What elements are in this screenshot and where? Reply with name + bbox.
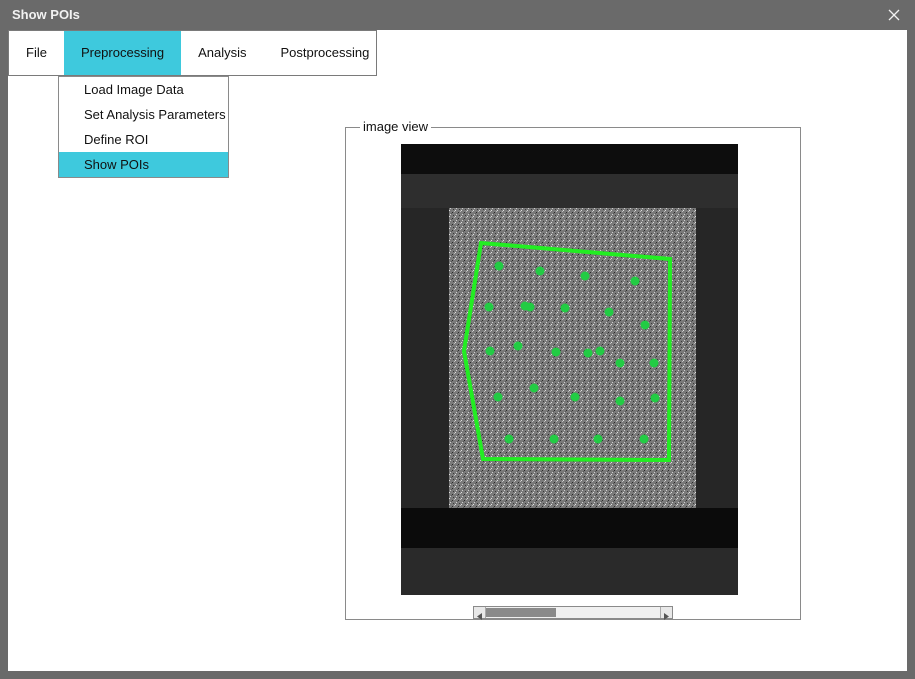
menu-item-define-roi[interactable]: Define ROI <box>59 127 228 152</box>
top-clamp <box>401 174 738 208</box>
poi-marker <box>529 383 539 393</box>
poi-marker <box>640 320 650 330</box>
poi-marker <box>639 434 649 444</box>
menu-item-set-analysis-parameters[interactable]: Set Analysis Parameters <box>59 102 228 127</box>
arrow-right-icon <box>664 613 669 620</box>
poi-marker <box>525 302 535 312</box>
poi-marker <box>549 434 559 444</box>
client-area: File Preprocessing Analysis Postprocessi… <box>8 30 907 671</box>
poi-marker <box>630 276 640 286</box>
poi-marker <box>604 307 614 317</box>
menu-file[interactable]: File <box>9 31 64 75</box>
menu-preprocessing[interactable]: Preprocessing <box>63 31 182 75</box>
poi-marker <box>494 261 504 271</box>
poi-marker <box>650 393 660 403</box>
poi-marker <box>615 358 625 368</box>
image-view-legend: image view <box>360 119 432 134</box>
menu-analysis[interactable]: Analysis <box>181 31 263 75</box>
poi-marker <box>551 347 561 357</box>
specimen-image <box>401 144 738 595</box>
left-rig <box>401 208 449 518</box>
right-rig <box>696 208 738 518</box>
poi-marker <box>570 392 580 402</box>
image-view-canvas[interactable] <box>401 144 738 595</box>
menu-item-load-image-data[interactable]: Load Image Data <box>59 77 228 102</box>
poi-marker <box>593 434 603 444</box>
scroll-right-button[interactable] <box>660 607 672 620</box>
horizontal-scrollbar[interactable] <box>473 606 673 620</box>
window-title: Show POIs <box>12 7 80 22</box>
menu-bar: File Preprocessing Analysis Postprocessi… <box>8 30 377 76</box>
poi-marker <box>485 346 495 356</box>
app-window: Show POIs File Preprocessing Analysis Po… <box>0 0 915 679</box>
scroll-thumb[interactable] <box>486 608 556 617</box>
close-icon <box>888 9 900 21</box>
speckle-specimen <box>449 208 696 508</box>
poi-marker <box>504 434 514 444</box>
poi-marker <box>484 302 494 312</box>
close-button[interactable] <box>883 4 905 26</box>
poi-marker <box>535 266 545 276</box>
preprocessing-dropdown: Load Image Data Set Analysis Parameters … <box>58 76 229 178</box>
title-bar[interactable]: Show POIs <box>0 0 915 30</box>
poi-marker <box>649 358 659 368</box>
bottom-clamp <box>401 548 738 595</box>
arrow-left-icon <box>477 613 482 620</box>
poi-marker <box>560 303 570 313</box>
menu-postprocessing[interactable]: Postprocessing <box>263 31 386 75</box>
poi-marker <box>580 271 590 281</box>
poi-marker <box>513 341 523 351</box>
scroll-left-button[interactable] <box>474 607 486 620</box>
poi-marker <box>583 348 593 358</box>
poi-marker <box>493 392 503 402</box>
menu-item-show-pois[interactable]: Show POIs <box>59 152 228 177</box>
poi-marker <box>615 396 625 406</box>
bottom-clamp-dark <box>401 508 738 548</box>
top-clamp-dark <box>401 144 738 174</box>
poi-marker <box>595 346 605 356</box>
image-view-group: image view <box>345 119 801 620</box>
